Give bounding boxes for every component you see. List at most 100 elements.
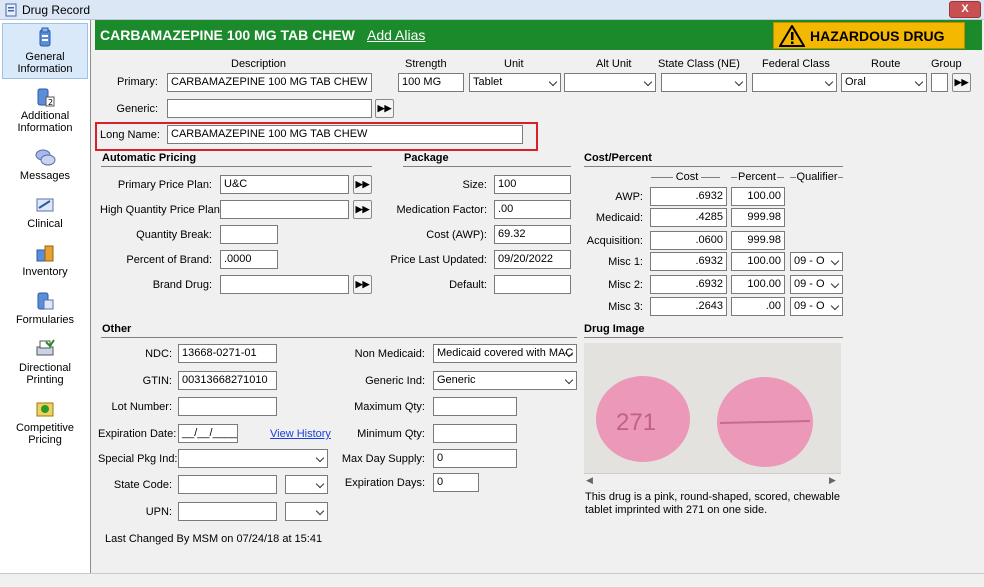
upn-select[interactable] [285,502,328,521]
misc2-cost-field[interactable]: .6932 [650,275,727,294]
sidebar-item-inventory[interactable]: Inventory [2,242,88,278]
state-code-field[interactable] [178,475,277,494]
high-qty-price-plan-lookup-button[interactable]: ▶▶ [353,200,372,219]
minimum-qty-field[interactable] [433,424,517,443]
gtin-field[interactable]: 00313668271010 [178,371,277,390]
cost-awp-field[interactable]: 69.32 [494,225,571,244]
lot-number-label: Lot Number: [111,401,172,413]
minimum-qty-label: Minimum Qty: [357,428,425,440]
upn-field[interactable] [178,502,277,521]
add-alias-link[interactable]: Add Alias [367,27,425,43]
automatic-pricing-section-title: Automatic Pricing [102,152,197,164]
percent-column-header: Percent [737,171,777,183]
lot-number-field[interactable] [178,397,277,416]
expiration-days-field[interactable]: 0 [433,473,479,492]
column-header-federal-class: Federal Class [762,58,830,70]
generic-lookup-button[interactable]: ▶▶ [375,99,394,118]
scroll-left-arrow[interactable]: ◀ [586,475,593,486]
sidebar-item-label: Formularies [15,314,75,326]
misc1-qualifier-select[interactable]: 09 - O [790,252,843,271]
misc1-label: Misc 1: [608,256,643,268]
price-last-updated-label: Price Last Updated: [390,254,487,266]
close-button[interactable]: X [949,1,981,18]
ndc-label: NDC: [145,348,172,360]
acquisition-percent-field[interactable]: 999.98 [731,231,785,250]
non-medicaid-label: Non Medicaid: [354,348,425,360]
high-qty-price-plan-field[interactable] [220,200,349,219]
sidebar-item-label: Clinical [27,218,63,230]
default-field[interactable] [494,275,571,294]
sidebar-item-label: Inventory [22,266,68,278]
scroll-right-arrow[interactable]: ▶ [829,475,836,486]
misc2-qualifier-select[interactable]: 09 - O [790,275,843,294]
quantity-break-field[interactable] [220,225,278,244]
generic-ind-label: Generic Ind: [365,375,425,387]
sidebar-item-additional-information[interactable]: 2 Additional Information [2,86,88,134]
group-lookup-button[interactable]: ▶▶ [952,73,971,92]
long-name-field[interactable]: CARBAMAZEPINE 100 MG TAB CHEW [167,125,523,144]
medicaid-percent-field[interactable]: 999.98 [731,208,785,227]
acquisition-label: Acquisition: [586,235,643,247]
misc1-percent-field[interactable]: 100.00 [731,252,785,271]
sidebar-item-directional-printing[interactable]: Directional Printing [2,338,88,386]
image-horizontal-scrollbar[interactable] [584,473,841,490]
sidebar-item-general-information[interactable]: General Information [2,23,88,79]
route-select[interactable]: Oral [841,73,927,92]
misc3-qualifier-select[interactable]: 09 - O [790,297,843,316]
view-history-link[interactable]: View History [270,428,331,440]
drug-image: 271 [584,343,841,473]
group-field[interactable] [931,73,948,92]
special-pkg-ind-select[interactable] [178,449,328,468]
alt-unit-select[interactable] [564,73,656,92]
qualifier-column-header: Qualifier [796,171,838,183]
brand-drug-lookup-button[interactable]: ▶▶ [353,275,372,294]
primary-price-plan-lookup-button[interactable]: ▶▶ [353,175,372,194]
maximum-qty-label: Maximum Qty: [354,401,425,413]
misc1-cost-field[interactable]: .6932 [650,252,727,271]
generic-field[interactable] [167,99,372,118]
misc3-percent-field[interactable]: .00 [731,297,785,316]
last-changed-text: Last Changed By MSM on 07/24/18 at 15:41 [105,533,323,545]
ndc-field[interactable]: 13668-0271-01 [178,344,277,363]
maximum-qty-field[interactable] [433,397,517,416]
awp-percent-field[interactable]: 100.00 [731,187,785,206]
sidebar-item-label: Printing [26,374,64,386]
non-medicaid-select[interactable]: Medicaid covered with MAC [433,344,577,363]
primary-description-field[interactable]: CARBAMAZEPINE 100 MG TAB CHEW [167,73,372,92]
price-last-updated-field[interactable]: 09/20/2022 [494,250,571,269]
sidebar-item-label: Pricing [28,434,62,446]
messages-icon [35,149,56,166]
primary-strength-field[interactable]: 100 MG [398,73,464,92]
awp-cost-field[interactable]: .6932 [650,187,727,206]
medication-factor-label: Medication Factor: [396,204,487,216]
warning-icon [779,25,805,47]
size-field[interactable]: 100 [494,175,571,194]
expiration-date-field[interactable]: __/__/____ [178,424,238,443]
state-class-select[interactable] [661,73,747,92]
sidebar-item-label: Information [17,63,73,75]
misc3-cost-field[interactable]: .2643 [650,297,727,316]
max-day-supply-field[interactable]: 0 [433,449,517,468]
percent-of-brand-field[interactable]: .0000 [220,250,278,269]
generic-ind-select[interactable]: Generic [433,371,577,390]
column-header-strength: Strength [405,58,447,70]
state-code-label: State Code: [113,479,172,491]
acquisition-cost-field[interactable]: .0600 [650,231,727,250]
brand-drug-field[interactable] [220,275,349,294]
state-code-select[interactable] [285,475,328,494]
federal-class-select[interactable] [752,73,837,92]
sidebar-item-messages[interactable]: Messages [2,146,88,182]
misc2-percent-field[interactable]: 100.00 [731,275,785,294]
unit-select[interactable]: Tablet [469,73,561,92]
medication-factor-field[interactable]: .00 [494,200,571,219]
medicaid-cost-field[interactable]: .4285 [650,208,727,227]
sidebar-item-formularies[interactable]: Formularies [2,290,88,326]
competitive-pricing-icon [36,402,54,417]
sidebar-item-competitive-pricing[interactable]: Competitive Pricing [2,398,88,446]
primary-price-plan-label: Primary Price Plan: [117,179,212,191]
primary-price-plan-field[interactable]: U&C [220,175,349,194]
window-title: Drug Record [22,3,91,17]
sidebar-item-clinical[interactable]: Clinical [2,194,88,230]
sidebar-item-label: General [25,51,65,63]
formularies-icon [37,292,54,310]
